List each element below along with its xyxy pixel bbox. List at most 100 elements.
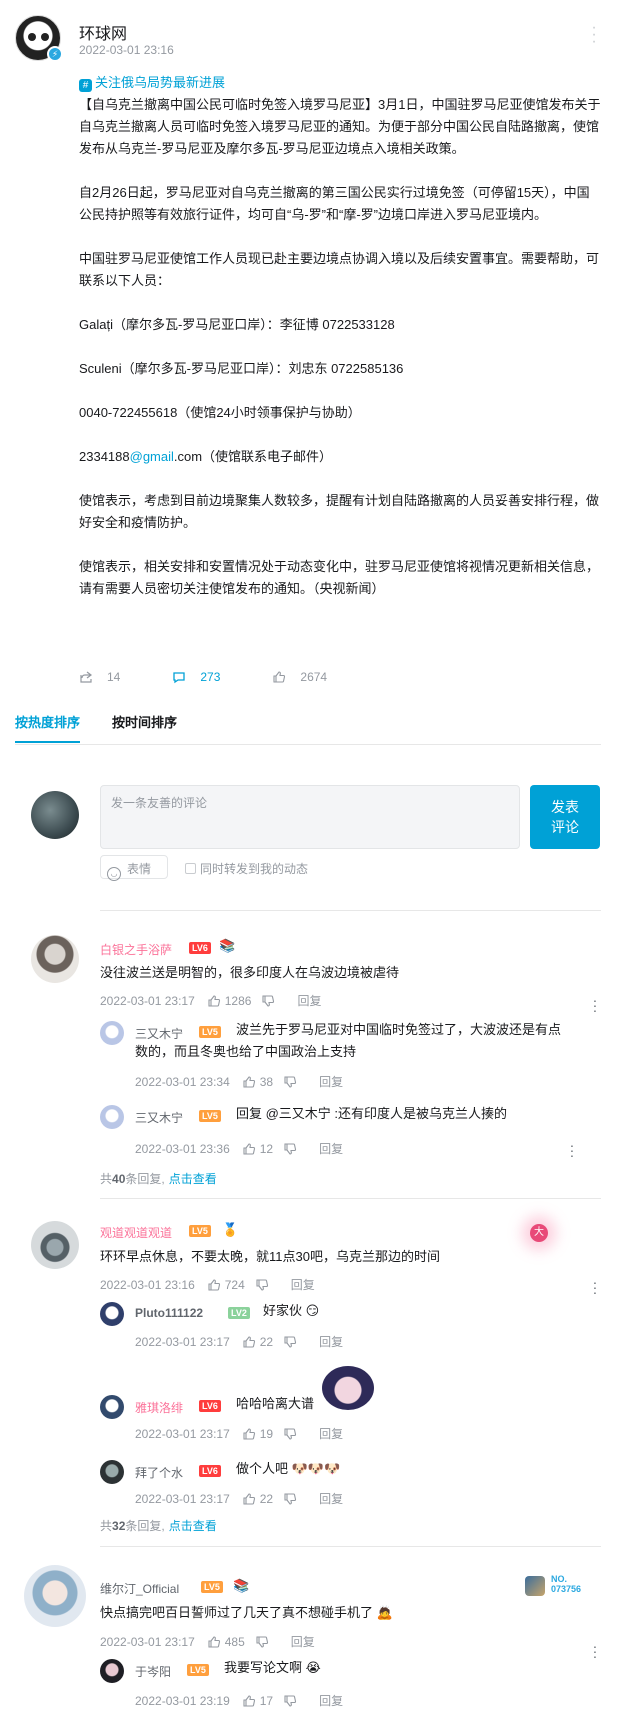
more-options-icon[interactable]: · · · xyxy=(587,20,601,50)
send-label: 发表 xyxy=(551,799,579,815)
comment-username[interactable]: 维尔汀_Official xyxy=(100,1580,179,1597)
reply-username[interactable]: 拜了个水 xyxy=(135,1464,183,1481)
post-paragraph: 0040-722455618（使馆24小时领事保护与协助） xyxy=(79,405,361,420)
comment-like-button[interactable]: 724 xyxy=(207,1278,245,1292)
reply-username[interactable]: 三又木宁 xyxy=(135,1025,183,1042)
comment-reply-button[interactable]: 回复 xyxy=(297,992,321,1009)
fan-number: NO. 073756 xyxy=(551,1574,581,1594)
comment-username[interactable]: 观道观道观道 xyxy=(100,1224,172,1241)
comment-input[interactable]: 发一条友善的评论 xyxy=(100,785,520,849)
comment-reply-button[interactable]: 回复 xyxy=(291,1276,315,1293)
comment-avatar[interactable] xyxy=(31,935,79,983)
avatar-eye xyxy=(28,33,36,41)
reply-like-count: 38 xyxy=(259,1074,274,1089)
reply-avatar[interactable] xyxy=(100,1302,124,1326)
reply-like-button[interactable]: 12 xyxy=(242,1142,273,1156)
reply-meta: 2022-03-01 23:17 22 回复 xyxy=(135,1333,343,1350)
view-more-replies: 共32条回复, 点击查看 xyxy=(100,1517,217,1534)
reply-meta: 2022-03-01 23:17 19 回复 xyxy=(135,1425,343,1442)
emoji-icon: 🐶🐶🐶 xyxy=(291,1461,341,1476)
author-avatar[interactable]: ⚡ xyxy=(15,15,63,62)
reply-username[interactable]: 三又木宁 xyxy=(135,1109,183,1126)
reply-text: 波兰先于罗马尼亚对中国临时免签过了，大波波还是有点 xyxy=(236,1022,562,1037)
reply-dislike-button[interactable] xyxy=(283,1335,301,1349)
reply-dislike-button[interactable] xyxy=(283,1142,301,1156)
comment-avatar[interactable] xyxy=(24,1565,86,1627)
reply-reply-button[interactable]: 回复 xyxy=(319,1333,343,1350)
comment-like-button[interactable]: 1286 xyxy=(207,994,251,1008)
tab-time[interactable]: 按时间排序 xyxy=(112,712,177,743)
thumbs-up-icon xyxy=(243,1335,255,1348)
comment-dislike-button[interactable] xyxy=(255,1635,273,1649)
thumbs-up-icon xyxy=(243,1492,255,1505)
reply-reply-button[interactable]: 回复 xyxy=(319,1425,343,1442)
reply-reply-button[interactable]: 回复 xyxy=(319,1140,343,1157)
send-comment-button[interactable]: 发表 评论 xyxy=(530,785,600,849)
reply-avatar[interactable] xyxy=(100,1105,124,1129)
comment-more-icon[interactable]: · · · xyxy=(590,993,600,1017)
reply-dislike-button[interactable] xyxy=(283,1694,301,1708)
post-paragraph: 使馆表示，考虑到目前边境聚集人数较多，提醒有计划自陆路撤离的人员妥善安排行程，做… xyxy=(79,493,600,530)
reply-like-button[interactable]: 22 xyxy=(242,1335,273,1349)
author-name[interactable]: 环球网 xyxy=(79,20,127,44)
reply-reply-button[interactable]: 回复 xyxy=(319,1692,343,1709)
reply-like-button[interactable]: 22 xyxy=(242,1492,273,1506)
comment-dislike-button[interactable] xyxy=(261,994,279,1008)
comment-more-icon[interactable]: · · · xyxy=(590,1639,600,1663)
reply-like-button[interactable]: 17 xyxy=(242,1694,273,1708)
reply-avatar[interactable] xyxy=(100,1460,124,1484)
checkbox-icon xyxy=(185,863,196,874)
reply-like-count: 22 xyxy=(259,1491,274,1506)
thumbs-down-icon xyxy=(284,1492,297,1505)
like-button[interactable]: 2674 xyxy=(272,670,327,684)
level-badge: LV6 xyxy=(199,1465,221,1477)
reply-username[interactable]: 雅琪洛绯 xyxy=(135,1399,183,1416)
thumbs-down-icon xyxy=(284,1694,297,1707)
reply-dislike-button[interactable] xyxy=(283,1075,301,1089)
topic-link[interactable]: # 关注俄乌局势最新进展 xyxy=(79,72,225,92)
comment-dislike-button[interactable] xyxy=(255,1278,273,1292)
thumbs-up-icon xyxy=(243,1075,255,1088)
post-paragraph: Galați（摩尔多瓦-罗马尼亚口岸）：李征博 0722533128 xyxy=(79,317,395,332)
forward-checkbox[interactable]: 同时转发到我的动态 xyxy=(185,860,308,877)
forward-label: 同时转发到我的动态 xyxy=(200,862,309,876)
view-more-link[interactable]: 点击查看 xyxy=(169,1519,217,1533)
comment-text: 没往波兰送是明智的，很多印度人在乌波边境被虐待 xyxy=(100,965,400,980)
reply-avatar[interactable] xyxy=(100,1021,124,1045)
thumbs-down-icon xyxy=(284,1427,297,1440)
comment-username[interactable]: 白银之手浴萨 xyxy=(100,941,172,958)
email-link[interactable]: @gmail xyxy=(130,449,174,464)
tab-hot[interactable]: 按热度排序 xyxy=(15,712,81,743)
reply-reply-button[interactable]: 回复 xyxy=(319,1490,343,1507)
reply-text: 数的，而且冬奥也给了中国政治上支持 xyxy=(135,1044,357,1059)
post-paragraph: 【自乌克兰撤离中国公民可临时免签入境罗马尼亚】3月1日，中国驻罗马尼亚使馆发布关… xyxy=(79,97,601,156)
thumbs-down-icon xyxy=(284,1335,297,1348)
reply-like-button[interactable]: 38 xyxy=(242,1075,273,1089)
comment-like-count: 724 xyxy=(224,1277,245,1292)
comment-text: 快点搞完吧百日誓师过了几天了真不想碰手机了 🙇 xyxy=(100,1602,393,1624)
comment-button[interactable]: 273 xyxy=(172,670,220,684)
reply-meta: 2022-03-01 23:17 22 回复 xyxy=(135,1490,343,1507)
level-badge: LV5 xyxy=(201,1581,223,1593)
comment-avatar[interactable] xyxy=(31,1221,79,1269)
reply-like-button[interactable]: 19 xyxy=(242,1427,273,1441)
reply-username[interactable]: Pluto111122 xyxy=(135,1306,203,1320)
emoji-button[interactable]: ◡ 表情 xyxy=(100,855,168,881)
reply-reply-button[interactable]: 回复 xyxy=(319,1073,343,1090)
comment-time: 2022-03-01 23:17 xyxy=(100,993,195,1008)
reply-username[interactable]: 于岑阳 xyxy=(135,1663,171,1680)
share-icon xyxy=(80,671,92,683)
view-more-link[interactable]: 点击查看 xyxy=(169,1172,217,1186)
more-prefix: 共 xyxy=(100,1172,113,1186)
comment-count: 273 xyxy=(200,670,221,684)
comment-like-button[interactable]: 485 xyxy=(207,1635,245,1649)
reply-avatar[interactable] xyxy=(100,1659,124,1683)
share-button[interactable]: 14 xyxy=(79,670,120,684)
reply-dislike-button[interactable] xyxy=(283,1492,301,1506)
comment-more-icon[interactable]: · · · xyxy=(590,1275,600,1299)
reply-dislike-button[interactable] xyxy=(283,1427,301,1441)
comment-reply-button[interactable]: 回复 xyxy=(291,1633,315,1650)
divider xyxy=(100,1546,601,1547)
reply-avatar[interactable] xyxy=(100,1395,124,1419)
reply-more-icon[interactable]: · · · xyxy=(567,1138,577,1162)
